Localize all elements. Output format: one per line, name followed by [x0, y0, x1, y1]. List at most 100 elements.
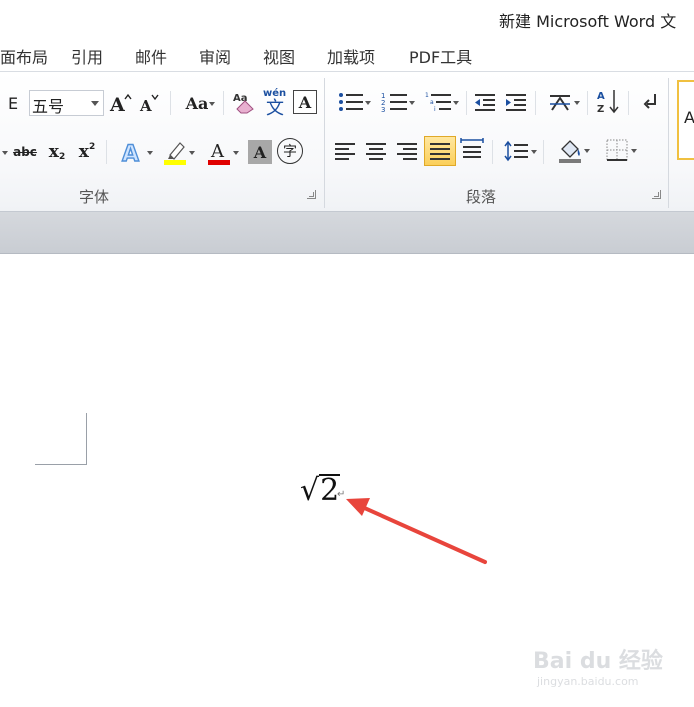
font-dialog-launcher-icon[interactable]	[307, 190, 316, 199]
tab-page-layout[interactable]: 面布局	[0, 44, 48, 68]
multilevel-list-icon: 1 a i	[425, 92, 451, 113]
separator	[170, 91, 171, 115]
justify-button[interactable]	[424, 136, 456, 166]
chevron-down-icon	[365, 101, 371, 105]
bullets-button[interactable]	[331, 88, 371, 116]
window-title: 新建 Microsoft Word 文	[499, 12, 677, 31]
group-separator	[324, 78, 325, 208]
separator	[492, 140, 493, 164]
decrease-indent-icon	[475, 94, 495, 111]
show-marks-button[interactable]	[638, 88, 664, 116]
strikethrough-button[interactable]: abc	[11, 140, 39, 164]
align-left-button[interactable]	[331, 138, 359, 164]
chevron-down-icon[interactable]	[2, 151, 8, 155]
paragraph-group-label: 段落	[466, 188, 497, 206]
enclose-characters-label: 字	[283, 144, 297, 160]
bullet-list-icon	[339, 93, 363, 111]
font-name-text: E	[7, 93, 19, 113]
distributed-button[interactable]	[458, 136, 486, 164]
svg-text:Z: Z	[597, 104, 604, 115]
svg-text:A: A	[122, 142, 139, 165]
superscript-two: 2	[88, 142, 96, 152]
annotation-arrow-icon	[346, 498, 487, 564]
clear-formatting-button[interactable]: Aa	[230, 88, 258, 116]
text-effects-button[interactable]: A	[113, 138, 153, 166]
phonetic-guide-icon: wén 文	[263, 87, 286, 116]
align-center-button[interactable]	[362, 138, 390, 164]
change-case-label: Aa	[185, 93, 209, 113]
subscript-two: 2	[58, 152, 66, 162]
svg-text:i: i	[434, 106, 436, 113]
tab-review[interactable]: 审阅	[199, 44, 231, 68]
borders-button[interactable]	[597, 136, 637, 164]
style-sample-text: A	[684, 108, 694, 127]
justify-icon	[430, 143, 450, 160]
chevron-down-icon	[584, 149, 590, 153]
align-right-icon	[397, 143, 417, 160]
line-spacing-button[interactable]	[497, 138, 537, 164]
watermark-url: jingyan.baidu.com	[537, 675, 639, 688]
numbered-list-icon: 1 2 3	[381, 92, 407, 114]
chevron-down-icon	[91, 101, 99, 106]
sqrt-formula[interactable]: √2	[300, 473, 341, 508]
character-border-button[interactable]: A	[293, 90, 317, 114]
watermark-brand: Bai du 经验	[533, 649, 663, 674]
paragraph-mark-icon	[643, 94, 656, 109]
phonetic-guide-button[interactable]: wén 文	[262, 86, 290, 116]
tab-references[interactable]: 引用	[71, 44, 103, 68]
chevron-down-icon	[209, 102, 215, 106]
separator	[535, 91, 536, 115]
tab-pdf-tools[interactable]: PDF工具	[409, 44, 472, 68]
highlight-button[interactable]	[155, 138, 195, 166]
chevron-down-icon	[233, 151, 239, 155]
eraser-icon: Aa	[233, 93, 254, 114]
sort-button[interactable]: A Z	[594, 86, 622, 116]
sort-icon: A Z	[597, 90, 619, 115]
ruler-area	[0, 212, 694, 254]
tab-mailings[interactable]: 邮件	[135, 44, 167, 68]
margin-marker-vertical	[86, 413, 87, 465]
svg-text:文: 文	[266, 98, 284, 116]
decrease-indent-button[interactable]	[471, 90, 499, 114]
svg-text:A: A	[597, 91, 605, 102]
ribbon: E 五号 A A Aa Aa wén 文 A abc x 2 x 2 A A A…	[0, 71, 694, 212]
superscript-label: x	[78, 142, 89, 162]
separator	[587, 91, 588, 115]
baidu-watermark: Bai du 经验 jingyan.baidu.com	[533, 643, 683, 693]
font-size-combo[interactable]: 五号	[29, 90, 104, 116]
align-center-icon	[366, 143, 386, 160]
font-color-button[interactable]: A	[199, 138, 239, 166]
font-size-value: 五号	[32, 97, 65, 116]
align-right-button[interactable]	[393, 138, 421, 164]
multilevel-list-button[interactable]: 1 a i	[419, 88, 459, 116]
document-page[interactable]: √2 ↵ Bai du 经验 jingyan.baidu.com	[0, 255, 694, 707]
svg-text:3: 3	[381, 106, 385, 114]
group-separator	[668, 78, 669, 208]
chinese-layout-icon	[550, 95, 570, 111]
enclose-characters-button[interactable]: 字	[277, 138, 303, 164]
shading-button[interactable]	[550, 136, 590, 164]
styles-gallery-item[interactable]: A	[677, 80, 694, 160]
numbering-button[interactable]: 1 2 3	[375, 88, 415, 116]
svg-text:1: 1	[425, 92, 429, 99]
superscript-button[interactable]: x 2	[74, 140, 100, 164]
character-shading-button[interactable]: A	[248, 140, 272, 164]
chinese-layout-button[interactable]	[540, 88, 580, 116]
grow-font-button[interactable]: A	[108, 90, 132, 116]
word-window: 新建 Microsoft Word 文 面布局 引用 邮件 审阅 视图 加载项 …	[0, 0, 694, 707]
tab-view[interactable]: 视图	[263, 44, 295, 68]
subscript-label: x	[48, 142, 59, 162]
increase-indent-button[interactable]	[502, 90, 530, 114]
svg-text:A: A	[109, 94, 125, 114]
border-icon	[606, 139, 628, 161]
font-name-partial[interactable]: E	[0, 90, 26, 116]
margin-marker-horizontal	[35, 464, 87, 465]
tab-addins[interactable]: 加载项	[327, 44, 375, 68]
paint-bucket-icon	[559, 140, 581, 163]
paragraph-dialog-launcher-icon[interactable]	[652, 190, 661, 199]
subscript-button[interactable]: x 2	[44, 140, 70, 164]
change-case-button[interactable]: Aa	[177, 90, 217, 116]
highlighter-icon	[164, 142, 186, 165]
shrink-font-button[interactable]: A	[138, 90, 162, 116]
chevron-down-icon	[574, 101, 580, 105]
